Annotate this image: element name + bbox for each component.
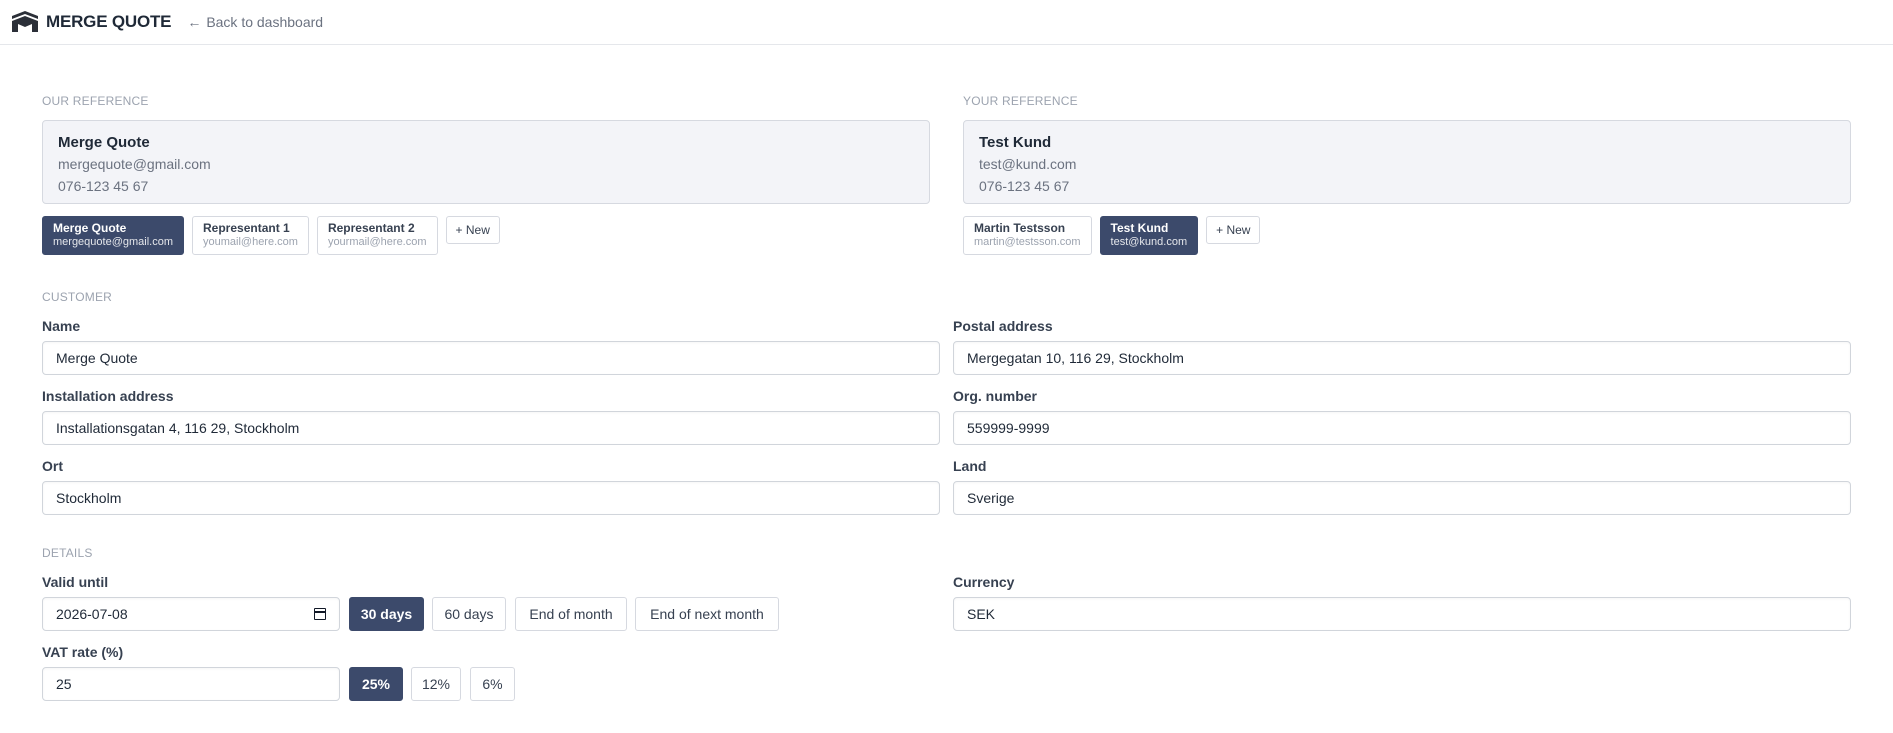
our-reference-chip-merge-quote[interactable]: Merge Quote mergequote@gmail.com xyxy=(42,216,184,255)
chip-email: mergequote@gmail.com xyxy=(53,236,173,248)
our-reference-heading: OUR REFERENCE xyxy=(42,94,149,108)
org-number-label: Org. number xyxy=(953,388,1038,404)
postal-address-value: Mergegatan 10, 116 29, Stockholm xyxy=(967,350,1184,366)
customer-heading: CUSTOMER xyxy=(42,290,113,304)
calendar-icon[interactable] xyxy=(314,608,326,620)
vat-preset-25[interactable]: 25% xyxy=(349,667,403,701)
postal-address-label: Postal address xyxy=(953,318,1053,334)
valid-preset-end-of-month[interactable]: End of month xyxy=(515,597,627,631)
land-label: Land xyxy=(953,458,987,474)
your-reference-chip-martin-testsson[interactable]: Martin Testsson martin@testsson.com xyxy=(963,216,1092,255)
logo-icon xyxy=(12,11,38,32)
logo[interactable]: MERGE QUOTE xyxy=(10,10,172,34)
your-reference-chips: Martin Testsson martin@testsson.com Test… xyxy=(963,216,1261,255)
org-number-value: 559999-9999 xyxy=(967,420,1050,436)
vat-rate-input[interactable]: 25 xyxy=(42,667,340,701)
vat-preset-6[interactable]: 6% xyxy=(470,667,515,701)
back-link-label: Back to dashboard xyxy=(206,14,324,30)
chip-name: Merge Quote xyxy=(53,221,127,235)
name-input[interactable]: Merge Quote xyxy=(42,341,940,375)
installation-address-label: Installation address xyxy=(42,388,174,404)
our-reference-phone: 076-123 45 67 xyxy=(58,178,149,194)
details-heading: DETAILS xyxy=(42,546,93,560)
valid-preset-60-days[interactable]: 60 days xyxy=(432,597,506,631)
your-reference-card: Test Kund test@kund.com 076-123 45 67 xyxy=(963,120,1851,204)
ort-value: Stockholm xyxy=(56,490,122,506)
your-reference-new-button[interactable]: + New xyxy=(1206,216,1261,244)
land-input[interactable]: Sverige xyxy=(953,481,1851,515)
chip-name: Representant 1 xyxy=(203,221,290,235)
chip-email: youmail@here.com xyxy=(203,236,298,248)
currency-value: SEK xyxy=(967,606,996,622)
chip-name: Test Kund xyxy=(1110,221,1169,235)
postal-address-input[interactable]: Mergegatan 10, 116 29, Stockholm xyxy=(953,341,1851,375)
our-reference-card: Merge Quote mergequote@gmail.com 076-123… xyxy=(42,120,930,204)
our-reference-chip-representant-1[interactable]: Representant 1 youmail@here.com xyxy=(192,216,309,255)
chip-name: Martin Testsson xyxy=(974,221,1066,235)
vat-rate-value: 25 xyxy=(56,676,72,692)
valid-preset-end-of-next-month[interactable]: End of next month xyxy=(635,597,779,631)
name-value: Merge Quote xyxy=(56,350,138,366)
chip-email: martin@testsson.com xyxy=(974,236,1081,248)
your-reference-chip-test-kund[interactable]: Test Kund test@kund.com xyxy=(1099,216,1199,255)
our-reference-name: Merge Quote xyxy=(58,134,150,151)
installation-address-input[interactable]: Installationsgatan 4, 116 29, Stockholm xyxy=(42,411,940,445)
valid-preset-30-days[interactable]: 30 days xyxy=(349,597,424,631)
org-number-input[interactable]: 559999-9999 xyxy=(953,411,1851,445)
back-to-dashboard-link[interactable]: ← Back to dashboard xyxy=(187,14,323,30)
valid-until-date-input[interactable]: 2026-07-08 xyxy=(42,597,340,631)
vat-preset-12[interactable]: 12% xyxy=(411,667,461,701)
name-label: Name xyxy=(42,318,81,334)
our-reference-chips: Merge Quote mergequote@gmail.com Represe… xyxy=(42,216,500,255)
our-reference-email: mergequote@gmail.com xyxy=(58,156,211,172)
chip-email: yourmail@here.com xyxy=(327,236,427,248)
ort-input[interactable]: Stockholm xyxy=(42,481,940,515)
chip-name: Representant 2 xyxy=(327,221,415,235)
valid-until-value: 2026-07-08 xyxy=(56,606,128,622)
arrow-left-icon: ← xyxy=(187,14,202,30)
land-value: Sverige xyxy=(967,490,1015,506)
currency-label: Currency xyxy=(953,574,1015,590)
installation-address-value: Installationsgatan 4, 116 29, Stockholm xyxy=(56,420,300,436)
currency-input[interactable]: SEK xyxy=(953,597,1851,631)
vat-rate-label: VAT rate (%) xyxy=(42,644,124,660)
our-reference-new-button[interactable]: + New xyxy=(445,216,500,244)
ort-label: Ort xyxy=(42,458,63,474)
logo-text: MERGE QUOTE xyxy=(46,12,172,31)
our-reference-chip-representant-2[interactable]: Representant 2 yourmail@here.com xyxy=(316,216,438,255)
your-reference-heading: YOUR REFERENCE xyxy=(963,94,1078,108)
valid-until-label: Valid until xyxy=(42,574,109,590)
your-reference-name: Test Kund xyxy=(979,134,1052,151)
top-bar: MERGE QUOTE ← Back to dashboard xyxy=(0,0,1893,45)
your-reference-email: test@kund.com xyxy=(979,156,1077,172)
chip-email: test@kund.com xyxy=(1110,236,1188,248)
your-reference-phone: 076-123 45 67 xyxy=(979,178,1070,194)
